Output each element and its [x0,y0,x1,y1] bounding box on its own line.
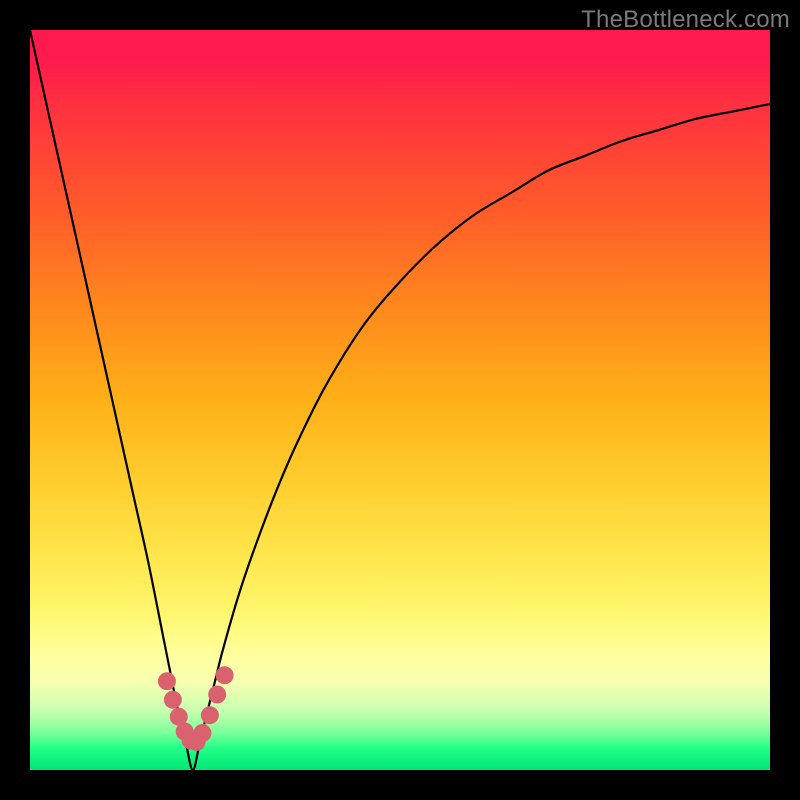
highlight-marker [164,691,182,709]
highlight-marker [201,706,219,724]
highlight-markers [158,666,234,751]
curve-layer [30,30,770,770]
highlight-marker [158,672,176,690]
highlight-marker [208,686,226,704]
highlight-marker [216,666,234,684]
chart-frame: TheBottleneck.com [0,0,800,800]
plot-area [30,30,770,770]
bottleneck-curve-path [30,30,770,770]
highlight-marker [193,724,211,742]
